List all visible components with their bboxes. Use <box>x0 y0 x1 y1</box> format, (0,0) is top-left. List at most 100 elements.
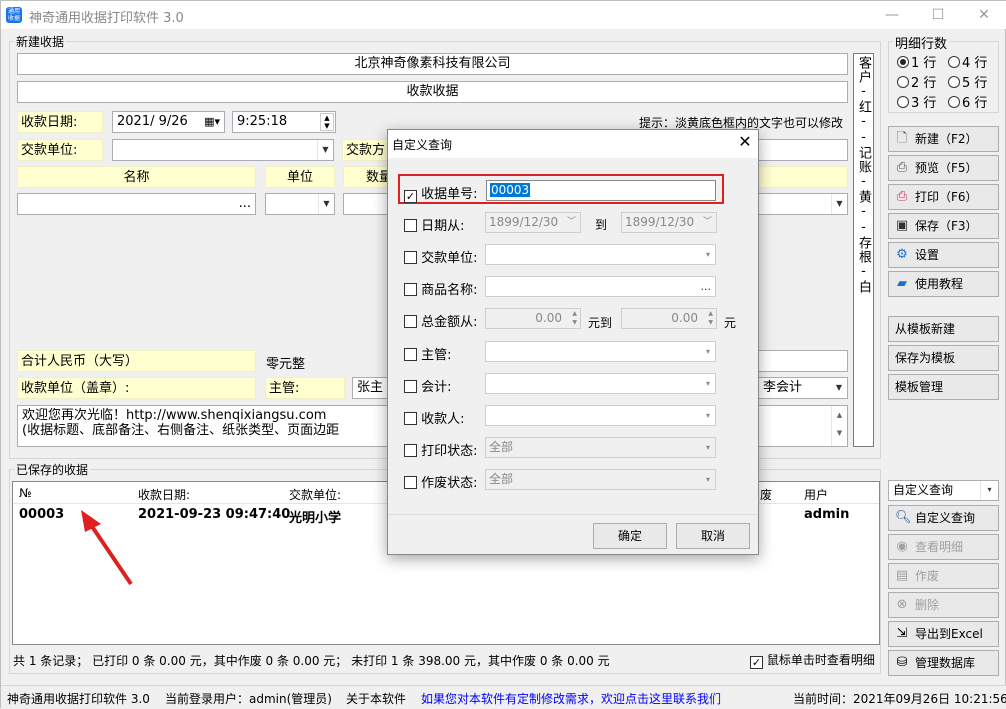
rows-2-radio[interactable]: 2 行 <box>897 72 936 91</box>
column-unit-header[interactable]: 单位 <box>265 166 335 188</box>
total-cn-label[interactable]: 合计人民币（大写） <box>17 350 256 372</box>
accountant-select[interactable]: ▾ <box>485 373 716 394</box>
delete-button[interactable]: ⊗ 删除 <box>888 592 999 618</box>
chevron-down-icon[interactable]: ▾ <box>706 342 710 361</box>
ellipsis-icon[interactable]: ... <box>701 277 712 296</box>
item-unit-combo[interactable]: ▼ <box>265 193 335 215</box>
product-checkbox[interactable]: 商品名称: <box>404 279 478 298</box>
product-input[interactable]: ... <box>485 276 716 297</box>
payer-select[interactable]: ▾ <box>485 244 716 265</box>
ok-button[interactable]: 确定 <box>593 523 667 549</box>
column-name-header[interactable]: 名称 <box>17 166 256 188</box>
contact-link[interactable]: 如果您对本软件有定制修改需求，欢迎点击这里联系我们 <box>421 690 721 707</box>
manager-checkbox[interactable]: 主管: <box>404 344 452 363</box>
date-from-checkbox[interactable]: 日期从: <box>404 215 465 234</box>
scrollbar[interactable]: ▲ ▼ <box>831 406 847 446</box>
accountant-combo[interactable]: 李会计 ▼ <box>758 377 848 399</box>
time-picker[interactable]: 9:25:18 ▲ ▼ <box>232 111 336 133</box>
payer-method-label[interactable]: 交款方 <box>342 139 392 161</box>
rows-6-radio[interactable]: 6 行 <box>948 92 987 111</box>
receipt-title-field[interactable]: 收款收据 <box>17 81 848 103</box>
total-amount-field[interactable] <box>758 350 848 372</box>
ellipsis-icon[interactable]: ... <box>239 194 251 214</box>
tutorial-button[interactable]: ▰ 使用教程 <box>888 271 999 297</box>
company-name-field[interactable]: 北京神奇像素科技有限公司 <box>17 53 848 75</box>
manager-select[interactable]: ▾ <box>485 341 716 362</box>
column-extra-header[interactable] <box>758 166 848 188</box>
manage-database-button[interactable]: ⛁ 管理数据库 <box>888 650 999 676</box>
calendar-icon[interactable]: ▦▾ <box>204 112 220 132</box>
chevron-down-icon[interactable]: ▼ <box>831 194 847 214</box>
print-button[interactable]: ⎙ 打印（F6） <box>888 184 999 210</box>
payer-label[interactable]: 交款单位: <box>17 139 103 161</box>
chevron-down-icon[interactable]: ﹀ <box>567 213 576 232</box>
chevron-down-icon[interactable]: ▾ <box>706 438 710 457</box>
settings-button[interactable]: ⚙ 设置 <box>888 242 999 268</box>
print-status-checkbox[interactable]: 打印状态: <box>404 440 478 459</box>
spinner-icon[interactable]: ▲ ▼ <box>572 309 577 327</box>
rows-5-radio[interactable]: 5 行 <box>948 72 987 91</box>
chevron-down-icon[interactable]: ▾ <box>706 406 710 425</box>
maximize-button[interactable]: ☐ <box>915 1 961 29</box>
chevron-down-icon[interactable]: ▾ <box>706 374 710 393</box>
void-button[interactable]: ▤ 作废 <box>888 563 999 589</box>
payee-label[interactable]: 收款单位（盖章）: <box>17 377 256 399</box>
item-name-field[interactable]: ... <box>17 193 256 215</box>
time-spinner-icon[interactable]: ▲ ▼ <box>320 113 334 131</box>
chevron-down-icon[interactable]: ▼ <box>318 194 334 214</box>
header-void[interactable]: 废 <box>760 486 772 503</box>
chevron-down-icon[interactable]: ▾ <box>706 470 710 489</box>
accountant-checkbox[interactable]: 会计: <box>404 376 452 395</box>
rows-4-radio[interactable]: 4 行 <box>948 52 987 71</box>
header-payer[interactable]: 交款单位: <box>289 486 341 503</box>
print-status-select[interactable]: 全部 ▾ <box>485 437 716 458</box>
amount-to-spinner[interactable]: 0.00 ▲ ▼ <box>621 308 717 329</box>
item-qty-field[interactable] <box>343 193 393 215</box>
chevron-down-icon[interactable]: ﹀ <box>703 213 712 232</box>
chevron-down-icon[interactable]: ▾ <box>706 245 710 264</box>
payer-method-field[interactable] <box>758 139 848 161</box>
payer-checkbox[interactable]: 交款单位: <box>404 247 478 266</box>
custom-query-button[interactable]: 🔍︎ 自定义查询 <box>888 505 999 531</box>
dialog-close-icon[interactable]: ✕ <box>732 132 758 151</box>
chevron-down-icon[interactable]: ▼ <box>831 378 847 398</box>
void-status-select[interactable]: 全部 ▾ <box>485 469 716 490</box>
new-from-template-button[interactable]: 从模板新建 <box>888 316 999 342</box>
chevron-down-icon[interactable]: ▾ <box>980 481 998 500</box>
header-date[interactable]: 收款日期: <box>138 486 190 503</box>
save-button[interactable]: ▣ 保存（F3） <box>888 213 999 239</box>
amount-checkbox[interactable]: 总金额从: <box>404 311 478 330</box>
manager-combo[interactable]: 张主 <box>352 377 392 399</box>
payer-combo[interactable]: ▼ <box>112 139 334 161</box>
manage-templates-button[interactable]: 模板管理 <box>888 374 999 400</box>
void-status-checkbox[interactable]: 作废状态: <box>404 472 478 491</box>
side-note-field[interactable]: 客户-红--记账-黄--存根-白 <box>853 53 874 447</box>
payee-checkbox[interactable]: 收款人: <box>404 408 465 427</box>
date-picker[interactable]: 2021/ 9/26 ▦▾ <box>112 111 225 133</box>
amount-from-spinner[interactable]: 0.00 ▲ ▼ <box>485 308 581 329</box>
column-qty-header[interactable]: 数量 <box>343 166 393 188</box>
new-button[interactable]: 🗋 新建（F2） <box>888 126 999 152</box>
receipt-no-checkbox[interactable]: ✓ 收据单号: <box>404 183 478 203</box>
chevron-down-icon[interactable]: ▼ <box>317 140 333 160</box>
payee-select[interactable]: ▾ <box>485 405 716 426</box>
receipt-no-input[interactable]: 00003 <box>486 180 716 201</box>
save-as-template-button[interactable]: 保存为模板 <box>888 345 999 371</box>
about-link[interactable]: 关于本软件 <box>346 690 406 707</box>
date-from-picker[interactable]: 1899/12/30 ﹀ <box>485 212 581 233</box>
query-type-select[interactable]: 自定义查询 ▾ <box>888 480 999 501</box>
minimize-button[interactable]: — <box>869 1 915 29</box>
item-extra-combo[interactable]: ▼ <box>758 193 848 215</box>
manager-label[interactable]: 主管: <box>265 377 345 399</box>
date-to-picker[interactable]: 1899/12/30 ﹀ <box>621 212 717 233</box>
header-no[interactable]: № <box>19 486 31 500</box>
rows-3-radio[interactable]: 3 行 <box>897 92 936 111</box>
preview-button[interactable]: ⎙ 预览（F5） <box>888 155 999 181</box>
rows-1-radio[interactable]: 1 行 <box>897 52 936 71</box>
date-label[interactable]: 收款日期: <box>17 111 103 133</box>
export-excel-button[interactable]: ⇲ 导出到Excel <box>888 621 999 647</box>
spinner-icon[interactable]: ▲ ▼ <box>708 309 713 327</box>
cancel-button[interactable]: 取消 <box>676 523 750 549</box>
header-user[interactable]: 用户 <box>804 486 828 503</box>
view-detail-button[interactable]: ◉ 查看明细 <box>888 534 999 560</box>
